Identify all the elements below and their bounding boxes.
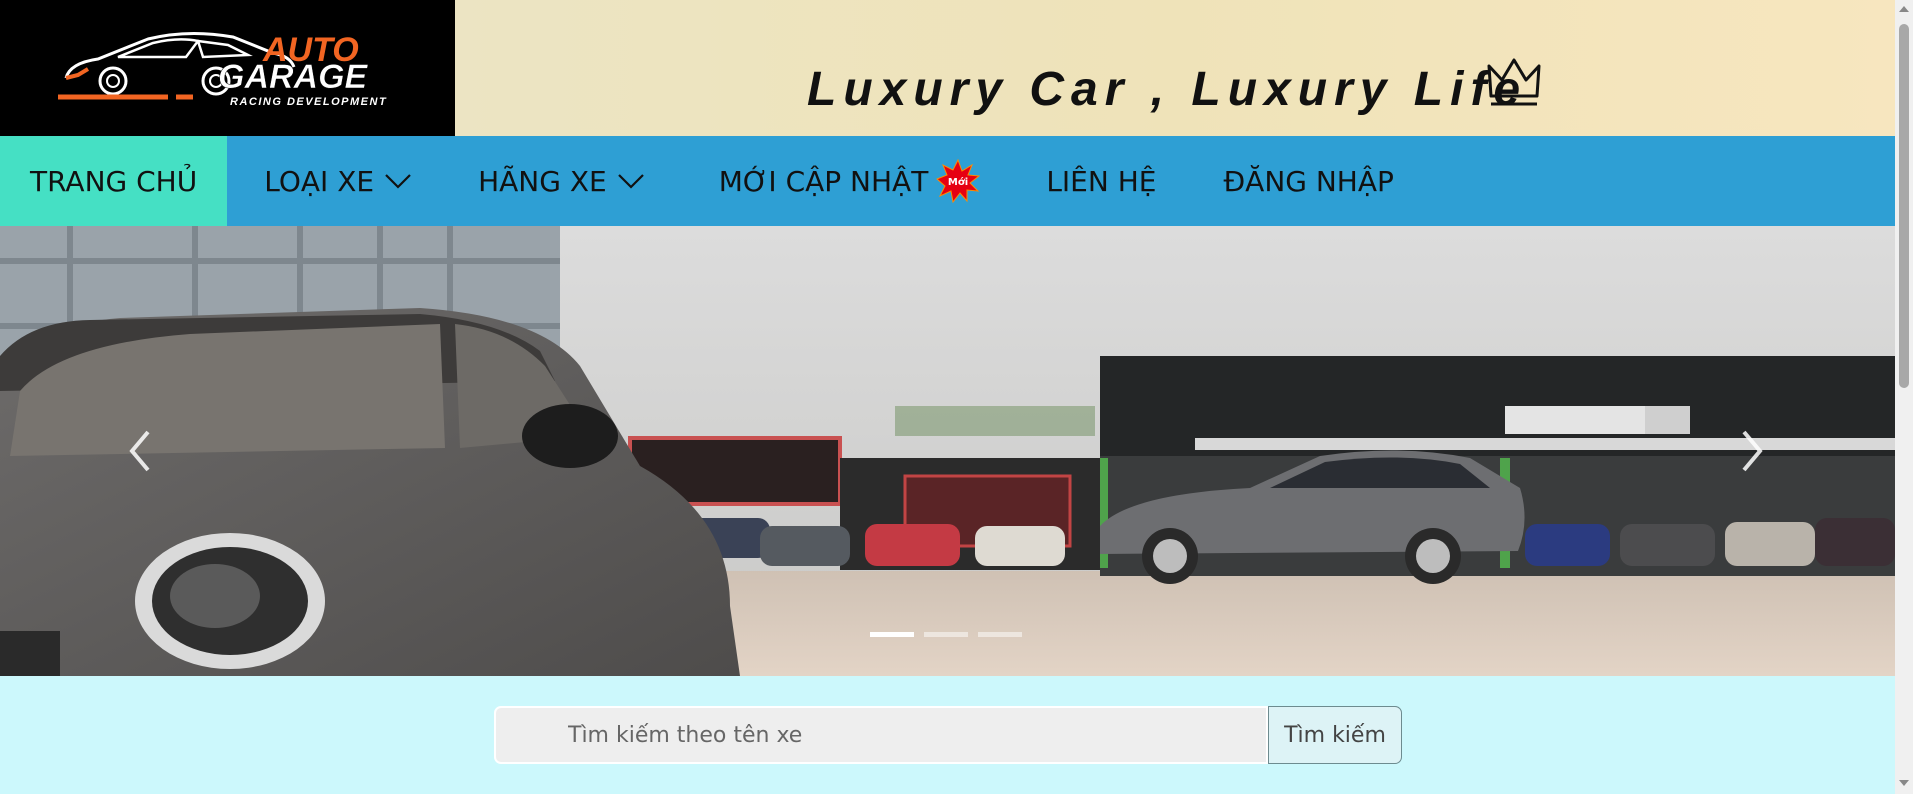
- site-header: AUTO GARAGE RACING DEVELOPMENT Luxury Ca…: [0, 0, 1895, 136]
- slogan: Luxury Car , Luxury Life: [807, 63, 1528, 116]
- nav-login-label: ĐĂNG NHẬP: [1223, 164, 1394, 198]
- carousel-prev-icon[interactable]: [122, 426, 158, 476]
- crown-icon: [1487, 58, 1541, 106]
- nav-home[interactable]: TRANG CHỦ: [0, 136, 228, 226]
- search-bar: Tìm kiếm: [494, 706, 1402, 764]
- nav-new-updates-label: MỚI CẬP NHẬT: [718, 164, 929, 198]
- carousel-indicators: [870, 632, 1022, 637]
- nav-home-label: TRANG CHỦ: [30, 164, 198, 198]
- chevron-down-icon: [385, 174, 411, 189]
- main-nav: TRANG CHỦ LOẠI XE HÃNG XE MỚI CẬP NHẬT M…: [0, 136, 1895, 226]
- nav-new-updates[interactable]: MỚI CẬP NHẬT Mới: [719, 136, 981, 226]
- car-logo-icon: AUTO GARAGE RACING DEVELOPMENT: [57, 31, 387, 108]
- carousel-indicator-1[interactable]: [870, 632, 914, 637]
- nav-car-types-label: LOẠI XE: [264, 164, 375, 198]
- carousel-slide-image: [0, 226, 1895, 676]
- nav-contact[interactable]: LIÊN HỆ: [1046, 136, 1156, 226]
- nav-car-types[interactable]: LOẠI XE: [264, 136, 412, 226]
- carousel-next-icon[interactable]: [1734, 426, 1770, 476]
- logo[interactable]: AUTO GARAGE RACING DEVELOPMENT: [0, 0, 455, 136]
- scroll-thumb[interactable]: [1899, 24, 1909, 388]
- header-banner: Luxury Car , Luxury Life: [455, 0, 1895, 136]
- carousel-indicator-2[interactable]: [924, 632, 968, 637]
- new-badge-icon: Mới: [936, 159, 981, 203]
- nav-brands[interactable]: HÃNG XE: [478, 136, 645, 226]
- search-button[interactable]: Tìm kiếm: [1268, 706, 1402, 764]
- logo-line2: GARAGE: [218, 58, 369, 96]
- hero-carousel: [0, 226, 1895, 676]
- scroll-up-icon[interactable]: [1899, 6, 1909, 12]
- logo-tagline: RACING DEVELOPMENT: [230, 96, 387, 108]
- page-scrollbar[interactable]: [1895, 0, 1913, 794]
- new-badge-text: Mới: [948, 176, 968, 188]
- nav-brands-label: HÃNG XE: [478, 164, 607, 198]
- carousel-indicator-3[interactable]: [978, 632, 1022, 637]
- chevron-down-icon: [617, 174, 644, 189]
- scroll-down-icon[interactable]: [1899, 780, 1909, 786]
- search-input[interactable]: [494, 706, 1268, 764]
- nav-contact-label: LIÊN HỆ: [1046, 164, 1157, 198]
- nav-login[interactable]: ĐĂNG NHẬP: [1223, 136, 1393, 226]
